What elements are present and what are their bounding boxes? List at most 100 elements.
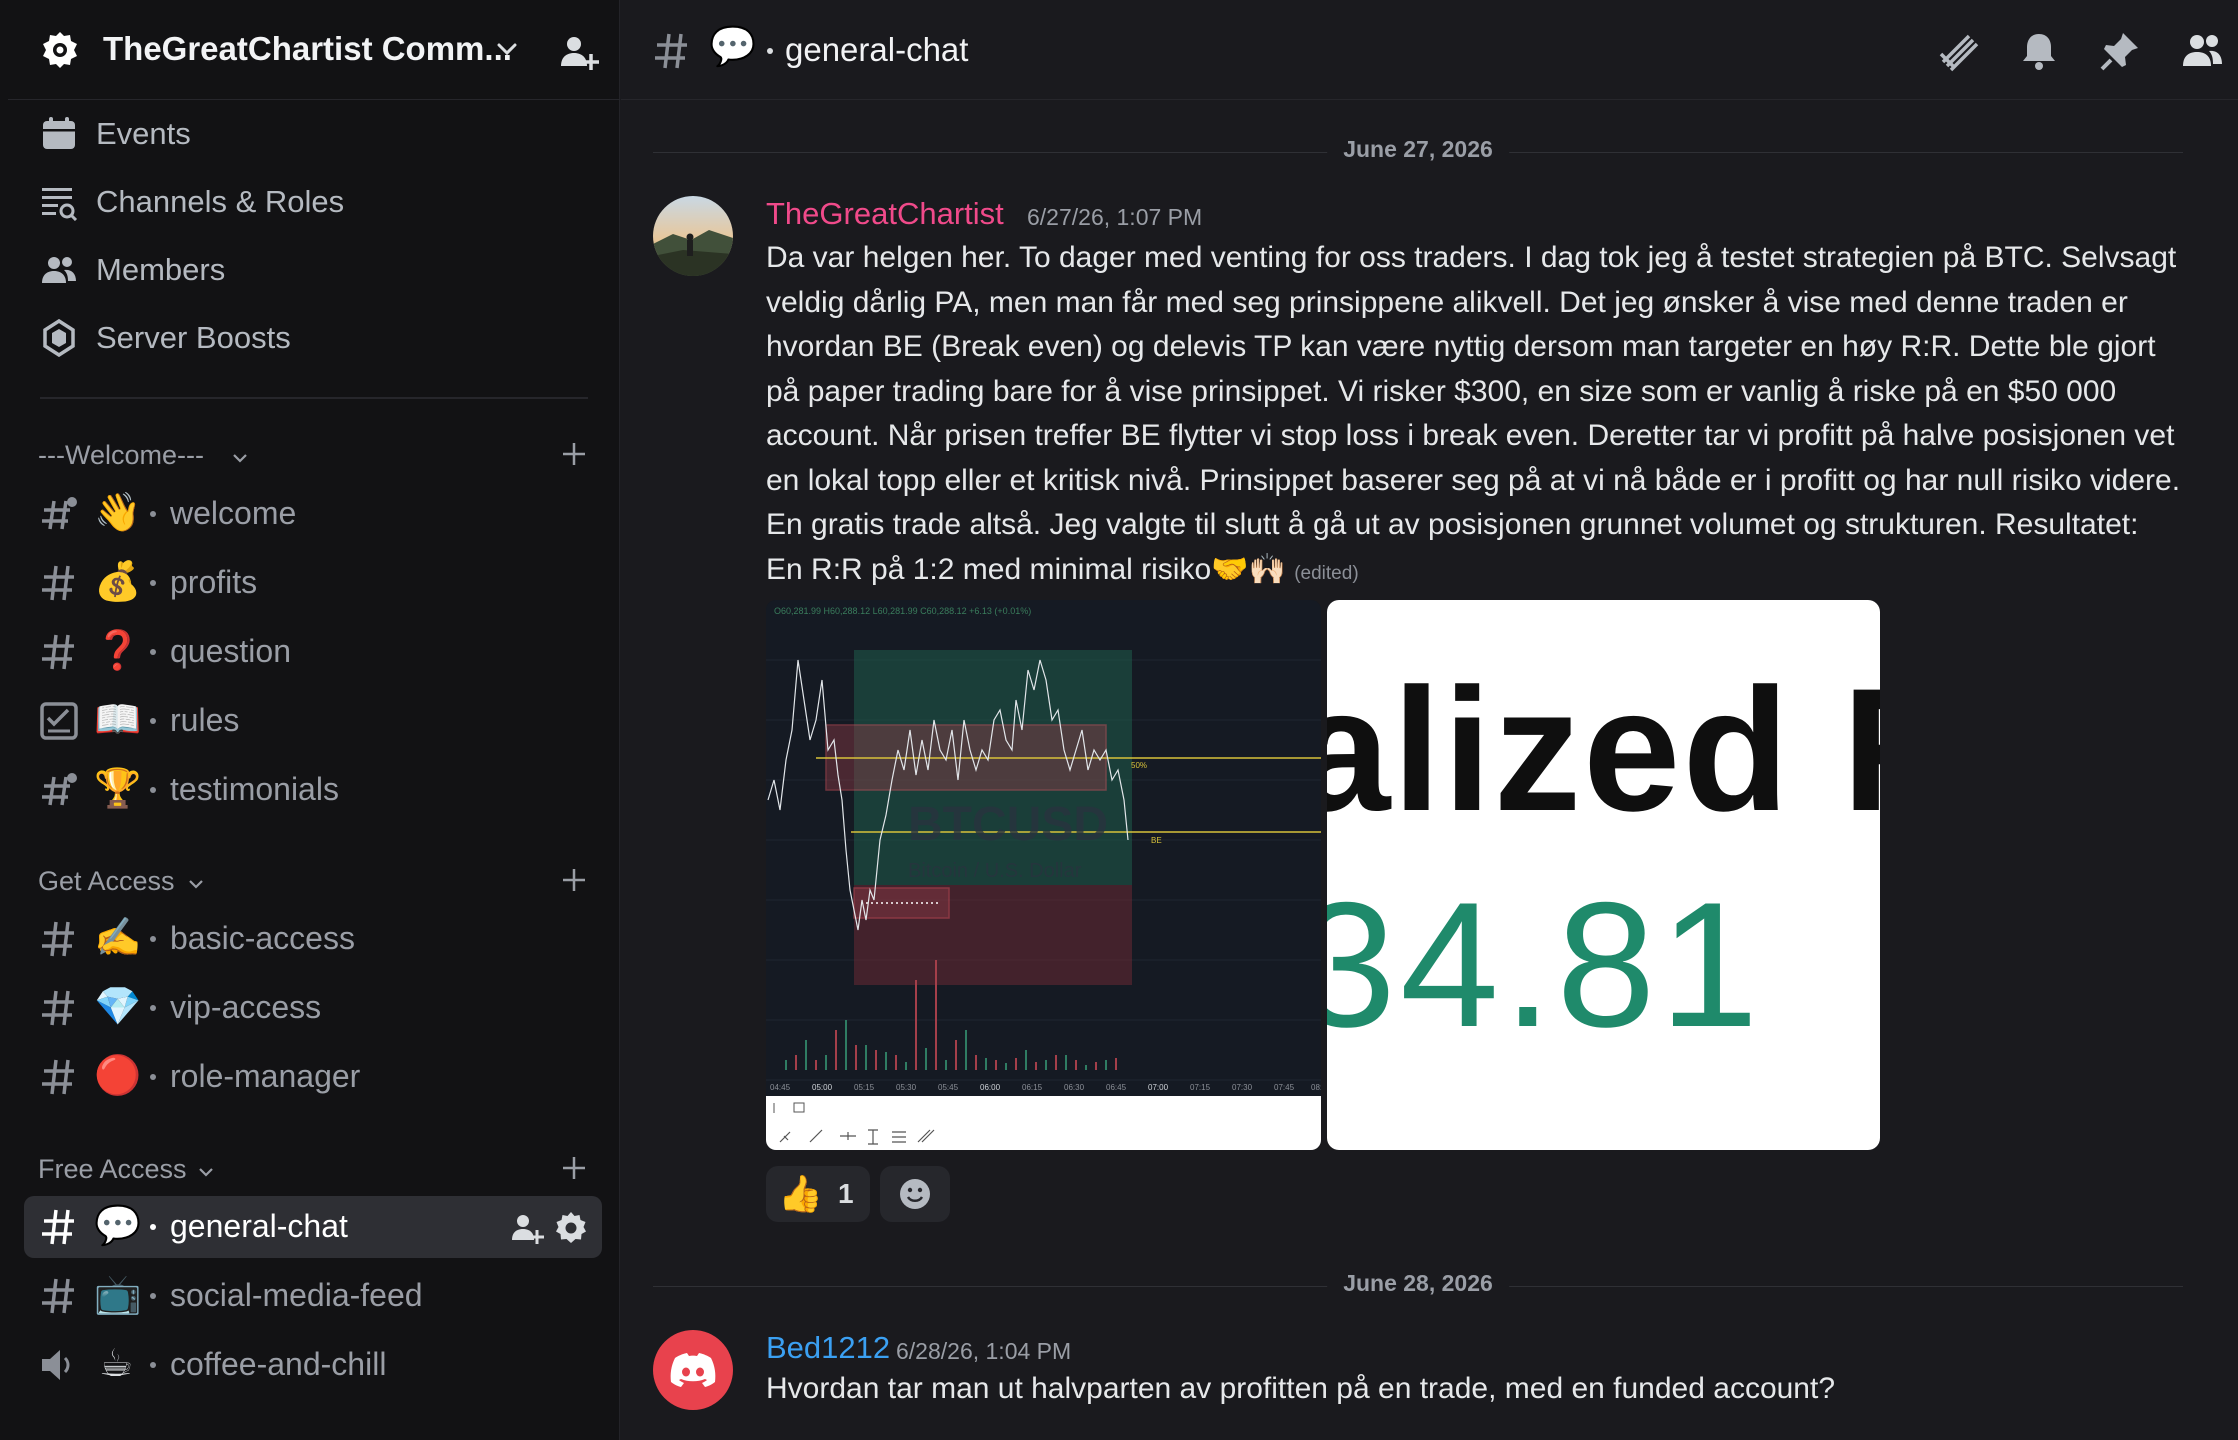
channel-name: welcome <box>170 495 297 531</box>
gear-icon[interactable] <box>554 1211 588 1245</box>
zoomed-number: 34.81 <box>1327 865 1763 1064</box>
channel-basic-access[interactable]: ✍️ basic-access <box>24 908 602 970</box>
svg-text:05:30: 05:30 <box>896 1083 917 1092</box>
svg-text:04:45: 04:45 <box>770 1083 791 1092</box>
gear-badge-icon <box>43 32 77 68</box>
message-author[interactable]: TheGreatChartist <box>766 196 1004 232</box>
threads-icon[interactable] <box>1937 30 1979 72</box>
message-timestamp: 6/27/26, 1:07 PM <box>1027 204 1203 230</box>
channel-name: social-media-feed <box>170 1277 423 1313</box>
channels-roles-link[interactable]: Channels & Roles <box>40 172 600 232</box>
channel-social-media-feed[interactable]: 📺 social-media-feed <box>24 1265 602 1327</box>
channels-roles-label: Channels & Roles <box>96 184 345 219</box>
invite-people-icon[interactable] <box>558 32 600 74</box>
hash-icon <box>42 565 74 601</box>
channel-rules[interactable]: 📖 rules <box>24 690 602 752</box>
date-divider: June 28, 2026 <box>653 1266 2183 1306</box>
channel-name: role-manager <box>170 1058 361 1094</box>
svg-text:08:: 08: <box>1311 1083 1321 1092</box>
server-boosts-label: Server Boosts <box>96 320 291 355</box>
channel-name: rules <box>170 702 240 738</box>
channel-name: general-chat <box>170 1208 348 1244</box>
channel-general-chat[interactable]: 💬 general-chat <box>24 1196 602 1258</box>
category-free-access[interactable]: Free Access <box>38 1150 588 1190</box>
category-label: Get Access <box>38 866 175 896</box>
svg-text:07:15: 07:15 <box>1190 1083 1211 1092</box>
category-get-access[interactable]: Get Access <box>38 862 588 902</box>
avatar[interactable] <box>653 1330 733 1410</box>
smiley-add-icon <box>900 1179 930 1209</box>
create-channel-plus-icon[interactable] <box>560 866 588 894</box>
channel-emoji: 💬 <box>709 26 757 68</box>
hash-icon <box>42 634 74 670</box>
message-text: Da var helgen her. To dager med venting … <box>766 241 2181 586</box>
channel-welcome[interactable]: 👋 welcome <box>24 483 602 545</box>
hash-icon <box>42 1059 74 1095</box>
create-invite-icon[interactable] <box>510 1211 544 1245</box>
avatar-landscape-image <box>653 196 733 276</box>
create-channel-plus-icon[interactable] <box>560 1154 588 1182</box>
pin-icon[interactable] <box>2099 30 2141 72</box>
svg-text:05:45: 05:45 <box>938 1083 959 1092</box>
reaction-thumbs-up[interactable]: 👍 1 <box>766 1166 870 1222</box>
channel-name: vip-access <box>170 989 322 1025</box>
message-content: Hvordan tar man ut halvparten av profitt… <box>766 1372 1836 1405</box>
separator-dot <box>150 580 156 586</box>
separator-dot <box>150 649 156 655</box>
channel-testimonials[interactable]: 🏆 testimonials <box>24 759 602 821</box>
separator-dot <box>767 48 773 54</box>
sidebar-divider <box>40 397 588 399</box>
svg-text:07:30: 07:30 <box>1232 1083 1253 1092</box>
channel-name: testimonials <box>170 771 339 807</box>
svg-text:07:45: 07:45 <box>1274 1083 1295 1092</box>
channels-roles-icon <box>42 188 78 221</box>
create-channel-plus-icon[interactable] <box>560 440 588 468</box>
channel-emoji: 👋 <box>94 492 142 534</box>
members-label: Members <box>96 252 226 287</box>
reaction-count: 1 <box>838 1178 854 1209</box>
events-link[interactable]: Events <box>40 104 600 164</box>
chevron-down-icon[interactable] <box>492 34 522 64</box>
server-name: TheGreatChartist Comm... <box>103 30 512 67</box>
add-reaction-button[interactable] <box>880 1166 950 1222</box>
channel-emoji: ❓ <box>94 630 142 672</box>
message-emojis: 🤝🙌🏻 <box>1211 552 1286 586</box>
rules-checkbox-icon <box>40 702 78 740</box>
members-icon <box>42 257 76 283</box>
date-divider: June 27, 2026 <box>653 132 2183 172</box>
chevron-down-icon <box>199 1168 213 1177</box>
member-list-icon[interactable] <box>2181 30 2223 72</box>
hash-rules-icon <box>42 497 77 530</box>
bell-icon[interactable] <box>2018 30 2060 72</box>
message-author[interactable]: Bed1212 <box>766 1330 890 1366</box>
separator-dot <box>150 511 156 517</box>
zoomed-caption: alized R <box>1327 653 1880 848</box>
svg-text:06:30: 06:30 <box>1064 1083 1085 1092</box>
svg-text:06:00: 06:00 <box>980 1083 1001 1092</box>
chart-watermark-name: Bitcoin / U.S. Dollar <box>908 860 1082 882</box>
server-boosts-link[interactable]: Server Boosts <box>40 308 600 368</box>
server-header[interactable]: TheGreatChartist Comm... <box>8 0 620 100</box>
hash-icon <box>655 33 687 69</box>
channel-name: coffee-and-chill <box>170 1346 387 1382</box>
edited-label: (edited) <box>1294 562 1359 584</box>
svg-text:06:45: 06:45 <box>1106 1083 1127 1092</box>
channel-role-manager[interactable]: 🔴 role-manager <box>24 1046 602 1108</box>
channel-profits[interactable]: 💰 profits <box>24 552 602 614</box>
svg-text:05:15: 05:15 <box>854 1083 875 1092</box>
chart-image-attachment[interactable]: O60,281.99 H60,288.12 L60,281.99 C60,288… <box>766 600 1321 1150</box>
separator-dot <box>150 1224 156 1230</box>
channel-question[interactable]: ❓ question <box>24 621 602 683</box>
category-welcome[interactable]: ---Welcome--- <box>38 436 588 476</box>
hash-icon <box>42 1278 74 1314</box>
channel-coffee-and-chill[interactable]: ☕ coffee-and-chill <box>24 1334 602 1396</box>
avatar[interactable] <box>653 196 733 276</box>
members-link[interactable]: Members <box>40 240 600 300</box>
channel-emoji: 🔴 <box>94 1055 142 1097</box>
date-label: June 28, 2026 <box>1327 1270 1509 1297</box>
channel-emoji: ✍️ <box>94 917 142 959</box>
zoomed-image-attachment[interactable]: alized R 34.81 <box>1327 600 1880 1150</box>
hash-icon <box>42 921 74 957</box>
channel-title: general-chat <box>785 31 969 68</box>
channel-vip-access[interactable]: 💎 vip-access <box>24 977 602 1039</box>
